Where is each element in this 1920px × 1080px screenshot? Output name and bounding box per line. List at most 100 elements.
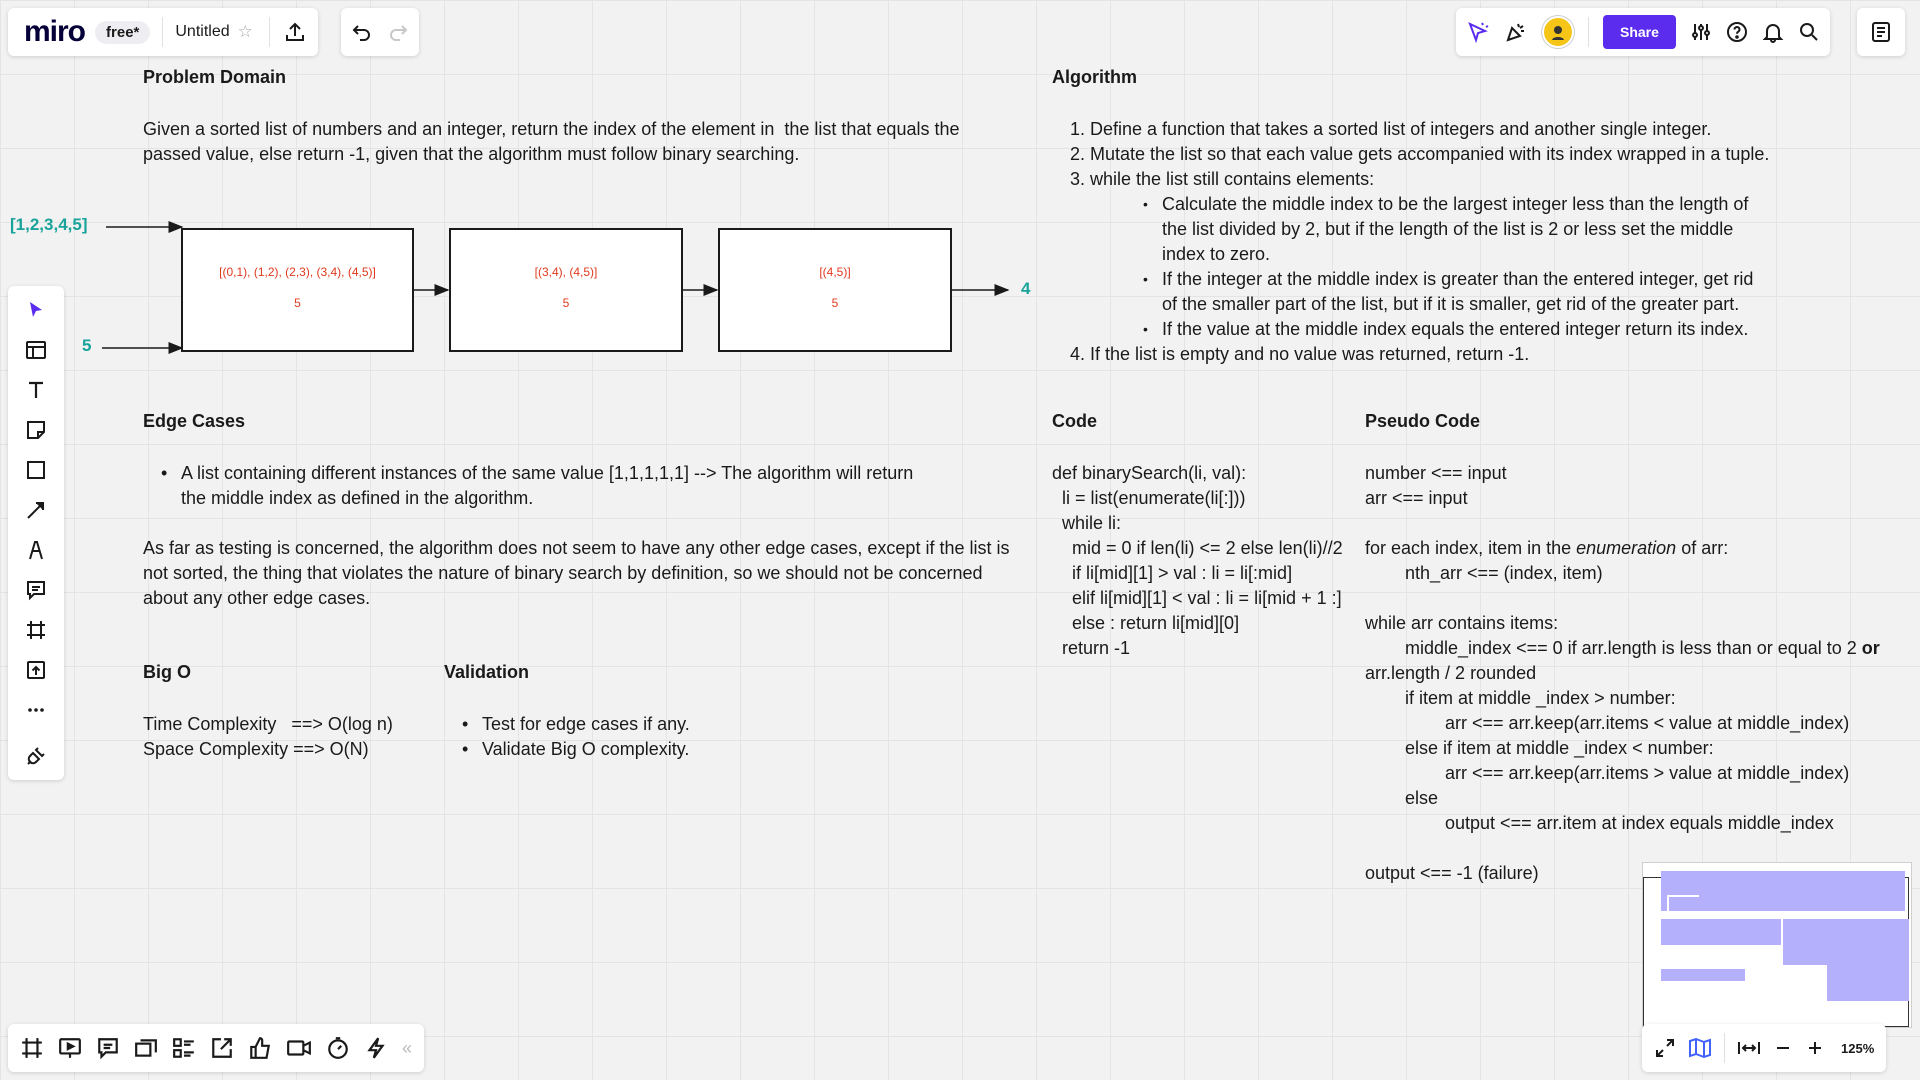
reactions-icon[interactable] bbox=[1466, 20, 1490, 44]
algorithm-step-text: 3. while the list still contains element… bbox=[1070, 169, 1375, 189]
pseudo-line: while arr contains items: bbox=[1365, 613, 1559, 633]
edge-cases-paragraph: As far as testing is concerned, the algo… bbox=[143, 538, 1010, 608]
algorithm-substep: If the value at the middle index equals … bbox=[1090, 317, 1802, 342]
minimap-block bbox=[1661, 969, 1745, 981]
presentation-icon[interactable] bbox=[58, 1036, 82, 1060]
input-value-label: 5 bbox=[82, 336, 92, 355]
pseudo-line: if item at middle _index > number: bbox=[1365, 688, 1676, 708]
upload-icon[interactable] bbox=[16, 656, 56, 684]
pseudo-text-bold: or bbox=[1861, 638, 1880, 658]
validation-list: Test for edge cases if any. Validate Big… bbox=[444, 712, 690, 762]
zoom-in-icon[interactable] bbox=[1805, 1038, 1825, 1058]
collaboration-toolbar: Share bbox=[1456, 8, 1830, 56]
code-block: def binarySearch(li, val): li = list(enu… bbox=[1052, 463, 1343, 658]
fit-width-icon[interactable] bbox=[1737, 1037, 1761, 1059]
cards-list-icon[interactable] bbox=[172, 1036, 196, 1060]
zoom-controls: 125% bbox=[1642, 1024, 1887, 1072]
edge-cases-list: A list containing different instances of… bbox=[143, 461, 1043, 511]
pseudo-line: arr <== arr.keep(arr.items < value at mi… bbox=[1365, 713, 1850, 733]
frame-icon[interactable] bbox=[16, 616, 56, 644]
minimap-block bbox=[1739, 897, 1769, 911]
box-value-text: 5 bbox=[294, 296, 301, 310]
fullscreen-expand-icon[interactable] bbox=[1654, 1037, 1676, 1059]
shape-rectangle-icon[interactable] bbox=[16, 456, 56, 484]
zoom-out-icon[interactable] bbox=[1773, 1038, 1793, 1058]
pseudo-code-block: number <== input arr <== input ​ for eac… bbox=[1365, 461, 1880, 886]
sticky-note-icon[interactable] bbox=[16, 416, 56, 444]
text-tool-icon[interactable] bbox=[16, 376, 56, 404]
big-o-title: Big O bbox=[143, 662, 191, 682]
screen-share-icon[interactable] bbox=[134, 1036, 158, 1060]
search-icon[interactable] bbox=[1798, 21, 1820, 43]
more-tools-icon[interactable] bbox=[16, 696, 56, 724]
input-list-label: [1,2,3,4,5] bbox=[10, 215, 88, 234]
box-list-text: [(0,1), (1,2), (2,3), (3,4), (4,5)] bbox=[219, 265, 376, 279]
pseudo-line: number <== input bbox=[1365, 463, 1507, 483]
minimap-block bbox=[1661, 919, 1781, 945]
pseudo-line: else bbox=[1365, 788, 1439, 808]
pseudo-line: output <== arr.item at index equals midd… bbox=[1365, 813, 1834, 833]
diagram-box-step-1[interactable]: [(0,1), (1,2), (2,3), (3,4), (4,5)] 5 bbox=[181, 228, 414, 352]
minimap-block bbox=[1669, 897, 1699, 911]
pseudo-text: for each index, item in the bbox=[1365, 538, 1577, 558]
minimap-block bbox=[1827, 965, 1909, 1001]
algorithm-step: 2. Mutate the list so that each value ge… bbox=[1070, 144, 1770, 164]
validation-item: Test for edge cases if any. bbox=[444, 712, 690, 737]
celebrate-icon[interactable] bbox=[1504, 20, 1528, 44]
pseudo-line: arr <== input bbox=[1365, 488, 1468, 508]
notifications-bell-icon[interactable] bbox=[1762, 21, 1784, 43]
algorithm-step: 3. while the list still contains element… bbox=[1070, 167, 1800, 342]
thumbs-up-icon[interactable] bbox=[248, 1036, 272, 1060]
video-icon[interactable] bbox=[286, 1036, 312, 1060]
diagram-box-step-3[interactable]: [(4,5)] 5 bbox=[718, 228, 952, 352]
zoom-level[interactable]: 125% bbox=[1841, 1041, 1874, 1056]
diagram-box-step-2[interactable]: [(3,4), (4,5)] 5 bbox=[449, 228, 683, 352]
comment-icon[interactable] bbox=[16, 576, 56, 604]
edge-cases-title: Edge Cases bbox=[143, 411, 246, 431]
help-icon[interactable] bbox=[1726, 21, 1748, 43]
algorithm-step: 1. Define a function that takes a sorted… bbox=[1070, 119, 1712, 139]
minimap-block bbox=[1783, 919, 1909, 965]
algorithm-substep: If the integer at the middle index is gr… bbox=[1090, 267, 1762, 317]
map-icon[interactable] bbox=[1688, 1037, 1712, 1059]
minimap[interactable] bbox=[1642, 862, 1912, 1028]
divider bbox=[1588, 17, 1589, 47]
pseudo-line: arr <== arr.keep(arr.items > value at mi… bbox=[1365, 763, 1850, 783]
edge-case-item: A list containing different instances of… bbox=[143, 461, 1043, 511]
algorithm-title: Algorithm bbox=[1052, 67, 1137, 87]
frames-icon[interactable] bbox=[20, 1036, 44, 1060]
box-list-text: [(4,5)] bbox=[819, 265, 851, 279]
collapse-chevron-icon[interactable]: « bbox=[402, 1038, 412, 1059]
timer-icon[interactable] bbox=[326, 1036, 350, 1060]
divider bbox=[1724, 1033, 1725, 1063]
chat-icon[interactable] bbox=[96, 1036, 120, 1060]
pseudo-line: for each index, item in the enumeration … bbox=[1365, 536, 1880, 561]
output-label: 4 bbox=[1021, 279, 1031, 298]
pseudo-line: nth_arr <== (index, item) bbox=[1365, 563, 1603, 583]
algorithm-substep: Calculate the middle index to be the lar… bbox=[1090, 192, 1762, 267]
box-list-text: [(3,4), (4,5)] bbox=[534, 265, 598, 279]
share-button[interactable]: Share bbox=[1603, 15, 1676, 49]
pseudo-line: middle_index <== 0 if arr.length is less… bbox=[1365, 636, 1880, 661]
user-avatar[interactable] bbox=[1542, 16, 1574, 48]
pseudo-text: middle_index <== 0 if arr.length is less… bbox=[1365, 638, 1862, 658]
pen-icon[interactable] bbox=[16, 536, 56, 564]
settings-sliders-icon[interactable] bbox=[1690, 21, 1712, 43]
minimap-block bbox=[1703, 897, 1733, 911]
board-menu bbox=[1857, 8, 1905, 56]
pseudo-line: arr.length / 2 rounded bbox=[1365, 663, 1537, 683]
algorithm-steps: 1. Define a function that takes a sorted… bbox=[1070, 117, 1800, 367]
lightning-icon[interactable] bbox=[364, 1036, 388, 1060]
validation-item: Validate Big O complexity. bbox=[444, 737, 690, 762]
apps-plug-icon[interactable] bbox=[16, 742, 56, 770]
algorithm-substeps: Calculate the middle index to be the lar… bbox=[1090, 192, 1800, 342]
pseudo-line: else if item at middle _index < number: bbox=[1365, 738, 1714, 758]
connection-line-icon[interactable] bbox=[16, 496, 56, 524]
validation-title: Validation bbox=[444, 662, 530, 682]
external-link-icon[interactable] bbox=[210, 1036, 234, 1060]
box-value-text: 5 bbox=[831, 296, 839, 310]
box-value-text: 5 bbox=[562, 296, 570, 310]
notes-list-icon[interactable] bbox=[1871, 21, 1891, 43]
pseudo-text: of arr: bbox=[1676, 538, 1729, 558]
space-complexity: Space Complexity ==> O(N) bbox=[143, 739, 369, 759]
